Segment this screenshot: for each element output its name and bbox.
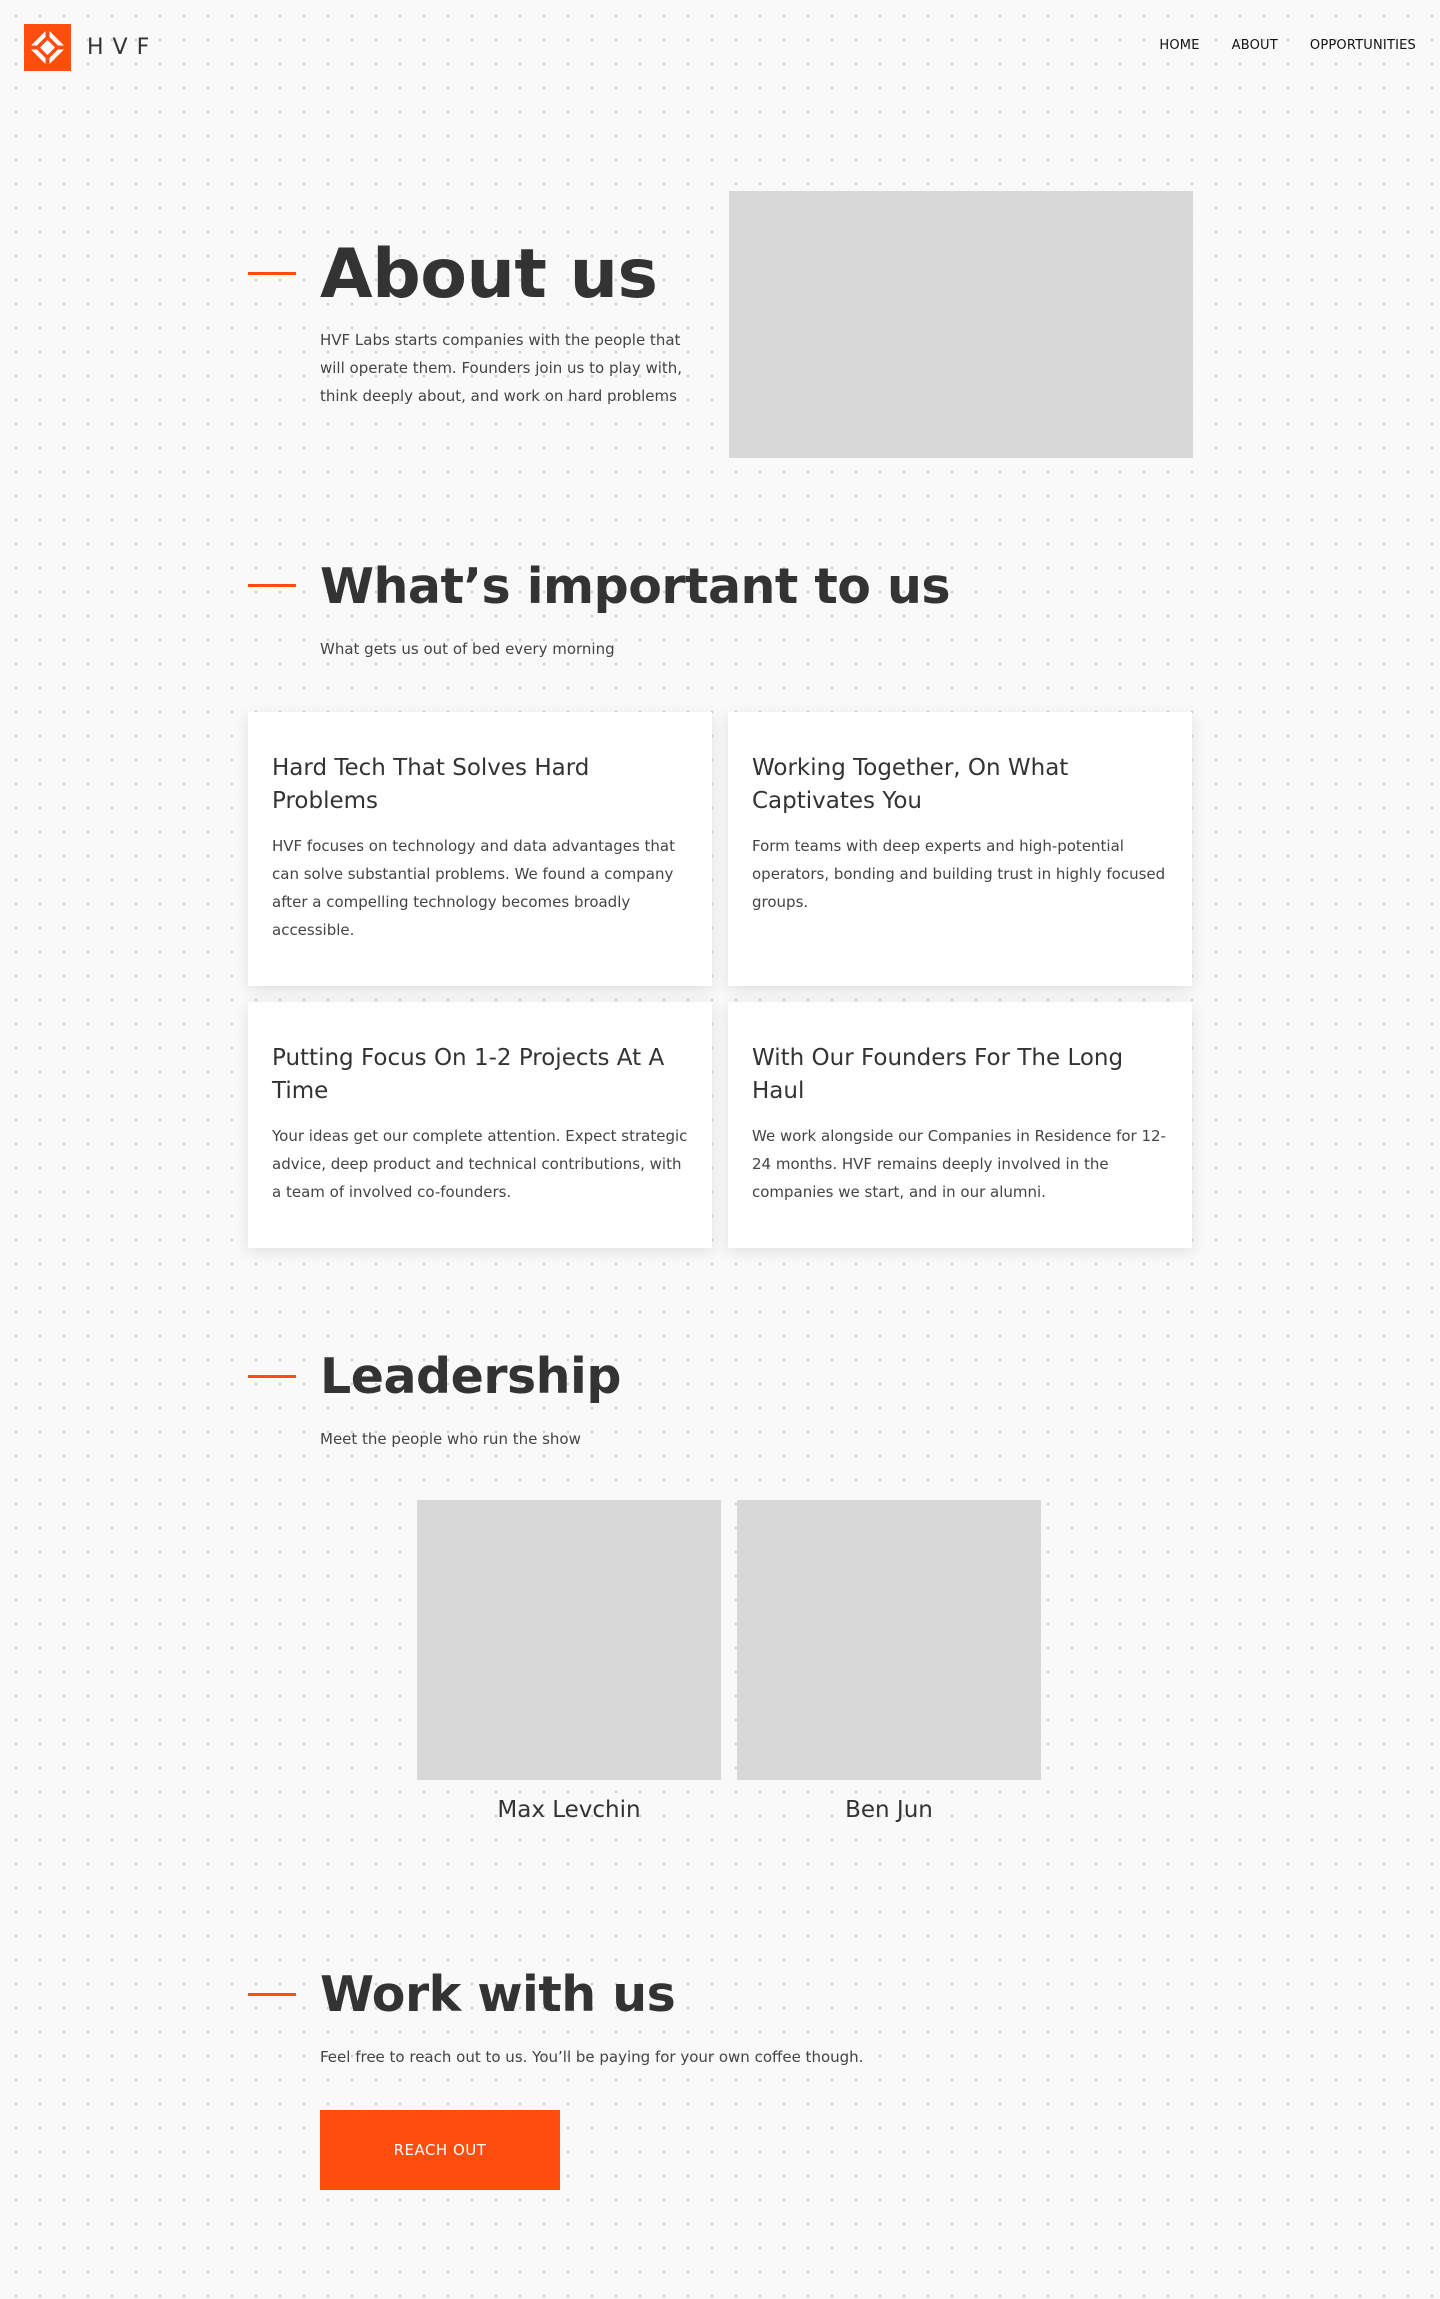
- work-title: Work with us: [320, 1966, 676, 2023]
- value-card: With Our Founders For The Long Haul We w…: [728, 1002, 1192, 1248]
- work-section-header: Work with us Feel free to reach out to u…: [248, 1960, 948, 2080]
- nav-about-link[interactable]: ABOUT: [1232, 38, 1278, 53]
- leader-name: Max Levchin: [497, 1797, 641, 1823]
- about-description: HVF Labs starts companies with the peopl…: [320, 331, 683, 405]
- hvf-logo[interactable]: HVF: [24, 24, 158, 71]
- main-nav: HOME ABOUT OPPORTUNITIES: [1159, 38, 1416, 53]
- important-section-header: What’s important to us What gets us out …: [248, 552, 951, 672]
- leader-photo-placeholder: [737, 1500, 1041, 1780]
- value-card-body: We work alongside our Companies in Resid…: [752, 1127, 1166, 1201]
- site-header: HVF HOME ABOUT OPPORTUNITIES: [0, 0, 1440, 96]
- work-subtitle: Feel free to reach out to us. You’ll be …: [320, 2048, 864, 2066]
- important-subtitle: What gets us out of bed every morning: [320, 640, 615, 658]
- leader-name: Ben Jun: [845, 1797, 933, 1823]
- value-card-title: Putting Focus On 1-2 Projects At A Time: [272, 1045, 665, 1104]
- section-accent-dash: [248, 584, 296, 587]
- important-title: What’s important to us: [320, 558, 951, 615]
- section-accent-dash: [248, 272, 296, 275]
- reach-out-button[interactable]: REACH OUT: [320, 2110, 560, 2190]
- section-accent-dash: [248, 1375, 296, 1378]
- about-image-placeholder: [729, 191, 1193, 458]
- leader-photo-placeholder: [417, 1500, 721, 1780]
- value-card-body: Form teams with deep experts and high-po…: [752, 837, 1166, 911]
- nav-home-link[interactable]: HOME: [1159, 38, 1199, 53]
- value-card-title: With Our Founders For The Long Haul: [752, 1045, 1124, 1104]
- value-card: Hard Tech That Solves Hard Problems HVF …: [248, 712, 712, 986]
- hvf-logo-icon: [24, 24, 71, 71]
- about-title: About us: [320, 235, 658, 314]
- nav-opportunities-link[interactable]: OPPORTUNITIES: [1310, 38, 1416, 53]
- value-card-body: Your ideas get our complete attention. E…: [272, 1127, 688, 1201]
- value-card: Putting Focus On 1-2 Projects At A Time …: [248, 1002, 712, 1248]
- value-card-body: HVF focuses on technology and data advan…: [272, 837, 675, 939]
- brand-name: HVF: [87, 35, 159, 60]
- leadership-section-header: Leadership Meet the people who run the s…: [248, 1342, 948, 1462]
- value-card-title: Hard Tech That Solves Hard Problems: [272, 755, 590, 814]
- leadership-subtitle: Meet the people who run the show: [320, 1430, 581, 1448]
- value-card-title: Working Together, On What Captivates You: [752, 755, 1069, 814]
- leadership-title: Leadership: [320, 1348, 621, 1405]
- value-card: Working Together, On What Captivates You…: [728, 712, 1192, 986]
- section-accent-dash: [248, 1993, 296, 1996]
